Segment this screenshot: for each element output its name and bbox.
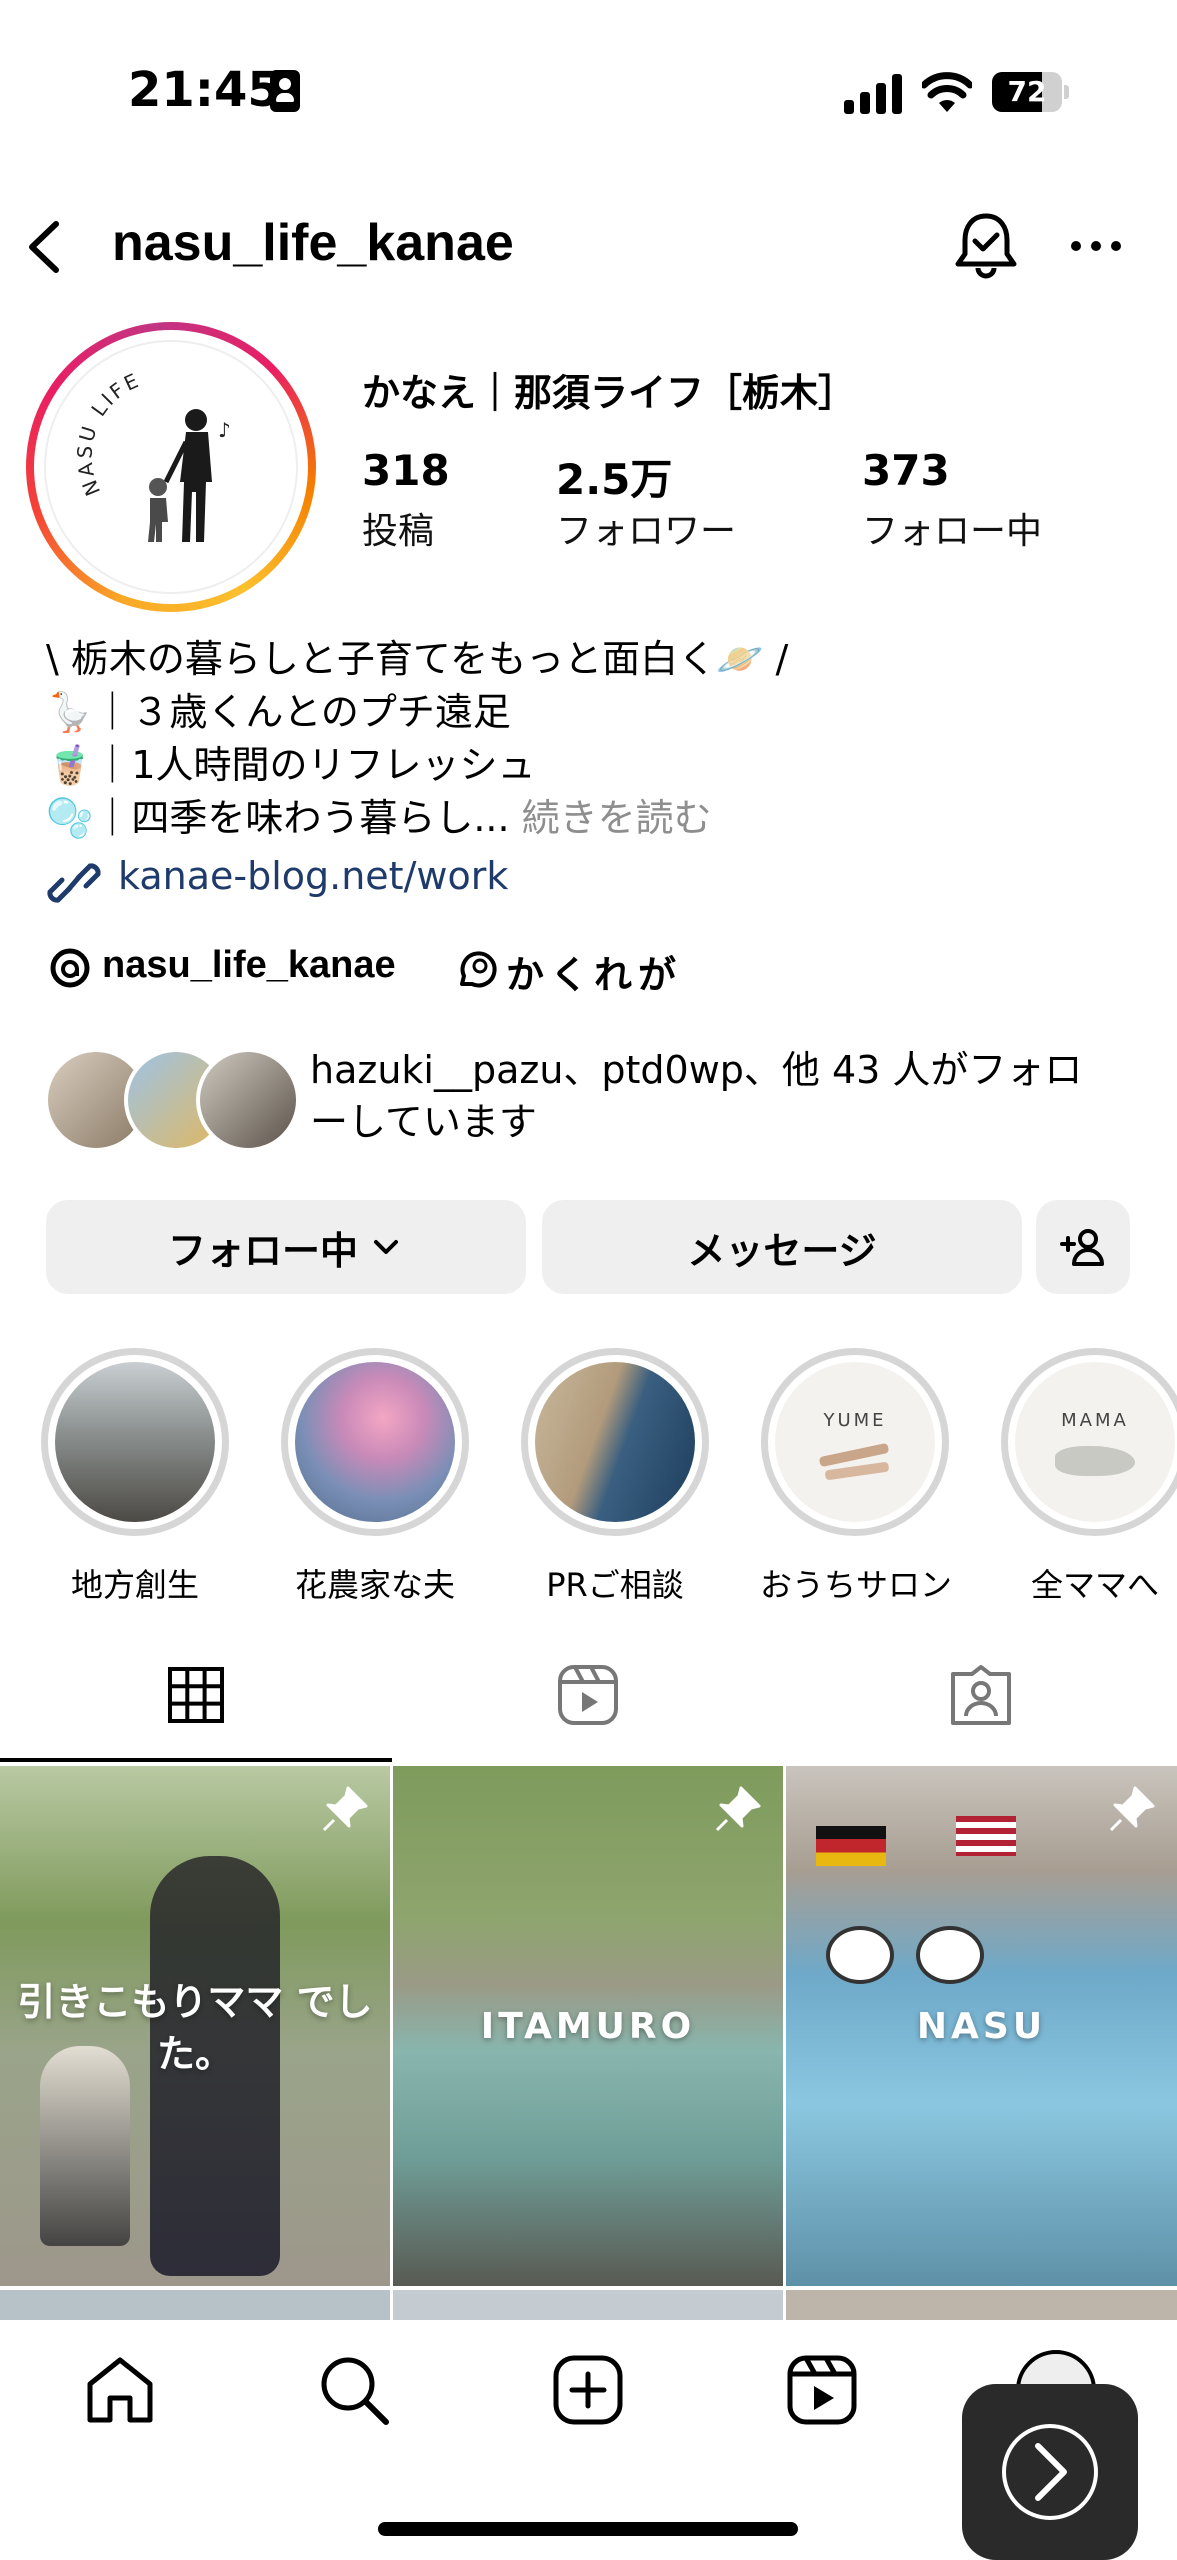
grid-post[interactable]	[393, 2290, 783, 2320]
avatar-logo-text: NASU LIFE	[72, 367, 141, 499]
mutual-followers-text[interactable]: hazuki__pazu、ptd0wp、他 43 人がフォロ ーしています	[310, 1044, 1130, 1148]
tab-tagged[interactable]	[784, 1630, 1177, 1760]
grid-post[interactable]	[0, 2290, 390, 2320]
story-highlight[interactable]: 花農家な夫	[280, 1348, 470, 1606]
chat-bubble-icon	[460, 951, 497, 988]
home-indicator	[378, 2522, 798, 2536]
bio-line: \ 栃木の暮らしと子育てをもっと面白く🪐 /	[46, 637, 789, 681]
grid-post[interactable]: 引きこもりママ でした。	[0, 1766, 390, 2286]
highlight-label: おうちサロン	[760, 1566, 953, 1604]
contact-card-icon	[270, 70, 300, 112]
highlight-label: 花農家な夫	[294, 1566, 455, 1604]
story-highlight[interactable]: PRご相談	[520, 1348, 710, 1606]
tab-posts-grid[interactable]	[0, 1630, 392, 1760]
bio-line-text: 🫧｜四季を味わう暮らし...	[46, 796, 510, 840]
battery-percent: 72	[1007, 75, 1047, 108]
followers-label[interactable]: フォロワー	[556, 502, 736, 554]
more-options-icon[interactable]	[1066, 226, 1126, 266]
following-button-label: フォロー中	[167, 1228, 358, 1273]
bio-line: 🫧｜四季を味わう暮らし... 続きを読む	[46, 787, 712, 842]
highlight-label: 全ママへ	[1030, 1566, 1159, 1604]
chevron-down-icon	[374, 1240, 398, 1254]
pin-icon	[322, 1786, 368, 1832]
highlight-cover-text: YUME	[823, 1410, 887, 1431]
story-highlight[interactable]: 地方創生	[40, 1348, 230, 1606]
display-name: かなえ｜那須ライフ［栃木］	[362, 371, 857, 415]
signal-icon	[844, 72, 904, 114]
story-highlight[interactable]: MAMA 全ママへ	[1000, 1348, 1177, 1606]
following-count[interactable]: 373	[862, 446, 950, 495]
message-button[interactable]: メッセージ	[542, 1200, 1022, 1294]
mutual-follower-avatar[interactable]	[196, 1048, 300, 1152]
floating-forward-button[interactable]	[962, 2384, 1138, 2560]
highlight-label: 地方創生	[70, 1566, 199, 1604]
grid-post[interactable]: ITAMURO	[393, 1766, 783, 2286]
status-time: 21:45	[128, 62, 281, 118]
message-button-label: メッセージ	[687, 1228, 877, 1273]
username-title: nasu_life_kanae	[112, 214, 514, 272]
profile-link[interactable]: kanae-blog.net/work	[118, 854, 508, 898]
create-post-icon[interactable]	[550, 2352, 626, 2428]
grid-icon	[168, 1667, 224, 1723]
post-caption: 引きこもりママ でした。	[17, 1980, 373, 2076]
tab-reels[interactable]	[392, 1630, 784, 1760]
profile-avatar[interactable]: NASU LIFE ♪	[26, 322, 316, 612]
highlight-cover: MAMA	[1015, 1362, 1175, 1522]
wifi-icon	[922, 72, 972, 112]
highlight-cover	[295, 1362, 455, 1522]
threads-tag[interactable]: かくれが	[506, 944, 682, 999]
following-button[interactable]: フォロー中	[46, 1200, 526, 1294]
following-label[interactable]: フォロー中	[862, 502, 1042, 554]
grid-post[interactable]: NASU	[786, 1766, 1177, 2286]
highlight-label: PRご相談	[546, 1566, 684, 1604]
bio-line: 🪿｜３歳くんとのプチ遠足	[46, 690, 511, 734]
highlight-cover-text: MAMA	[1061, 1410, 1129, 1431]
story-highlight[interactable]: YUME おうちサロン	[760, 1348, 953, 1606]
svg-text:NASU LIFE: NASU LIFE	[72, 367, 144, 499]
threads-icon[interactable]	[48, 946, 92, 990]
notification-bell-icon[interactable]	[950, 210, 1022, 282]
post-caption: ITAMURO	[480, 2006, 696, 2047]
posts-label[interactable]: 投稿	[362, 502, 434, 554]
add-person-icon	[1060, 1229, 1104, 1266]
highlight-cover	[55, 1362, 215, 1522]
suggested-users-button[interactable]	[1036, 1200, 1130, 1294]
grid-post[interactable]	[786, 2290, 1177, 2320]
chevron-right-icon	[1035, 2443, 1067, 2501]
followers-count[interactable]: 2.5万	[556, 446, 672, 507]
battery-icon: 72	[992, 72, 1070, 112]
tagged-person-icon	[950, 1665, 1011, 1725]
back-chevron-icon[interactable]	[20, 212, 70, 282]
highlight-cover	[535, 1362, 695, 1522]
active-tab-indicator	[0, 1758, 392, 1762]
bio-line: 🧋｜1人時間のリフレッシュ	[46, 743, 536, 787]
threads-username[interactable]: nasu_life_kanae	[102, 944, 396, 987]
pin-icon	[1109, 1786, 1155, 1832]
svg-text:♪: ♪	[218, 418, 231, 442]
reels-nav-icon[interactable]	[784, 2352, 860, 2428]
home-icon[interactable]	[82, 2352, 158, 2428]
pin-icon	[715, 1786, 761, 1832]
search-icon[interactable]	[316, 2352, 392, 2428]
highlight-cover: YUME	[775, 1362, 935, 1522]
read-more-link[interactable]: 続きを読む	[522, 796, 712, 840]
avatar-image: NASU LIFE ♪	[44, 340, 298, 594]
link-icon	[47, 863, 101, 903]
reels-icon	[558, 1665, 618, 1725]
posts-count[interactable]: 318	[362, 446, 450, 495]
post-caption: NASU	[916, 2006, 1047, 2047]
